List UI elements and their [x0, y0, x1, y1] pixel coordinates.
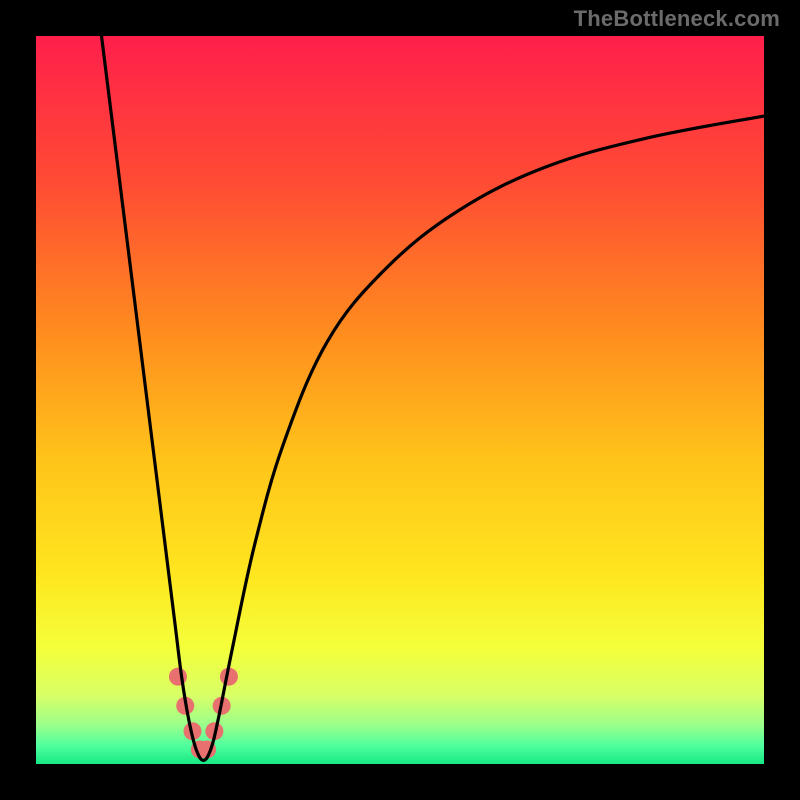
marker-region: [169, 668, 187, 686]
chart-svg: [36, 36, 764, 764]
marker-group: [169, 668, 238, 759]
chart-frame: TheBottleneck.com: [0, 0, 800, 800]
bottleneck-curve: [102, 36, 764, 760]
watermark-text: TheBottleneck.com: [574, 6, 780, 32]
plot-area: [36, 36, 764, 764]
